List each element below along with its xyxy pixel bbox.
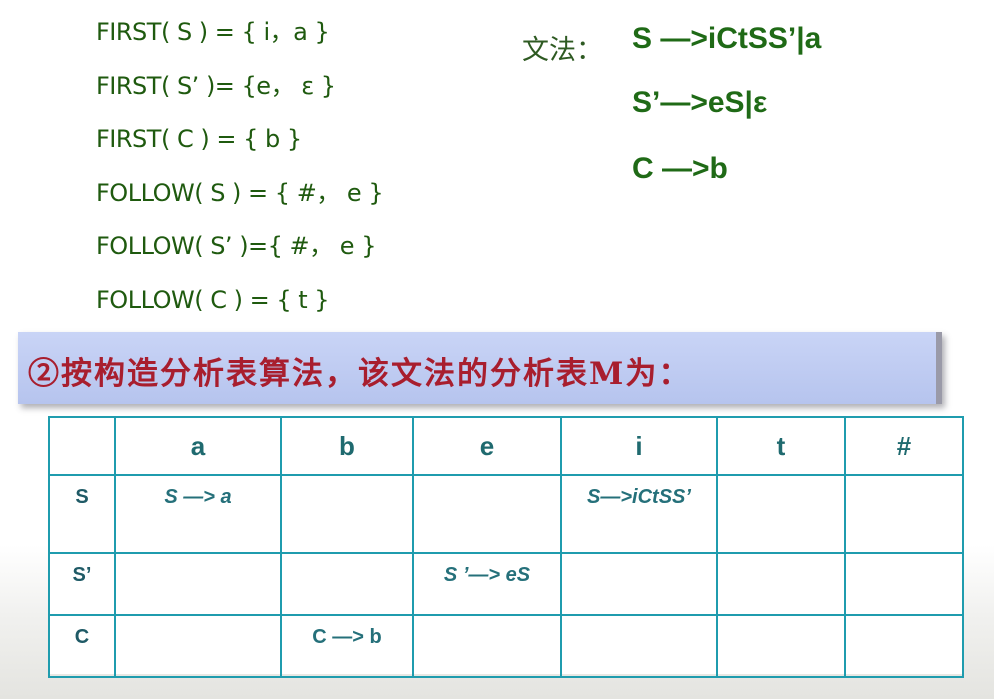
table-cell [716,552,846,616]
parse-table: a b e i t # S S —> a S—>iCtSS’ S’ S ’—> … [48,416,964,678]
section-banner: ②按构造分析表算法，该文法的分析表M为： [18,332,942,404]
grammar-rule-s-prime: S’—>eS|ε [632,86,768,119]
table-cell: S ’—> eS [412,552,562,616]
column-header-hash: # [844,416,964,476]
table-cell [114,552,282,616]
table-cell [716,474,846,554]
row-header-s: S [48,474,116,554]
follow-s-prime-set: FOLLOW( S’ )={ #， e } [96,232,376,261]
table-cell [560,614,718,678]
column-header-t: t [716,416,846,476]
parse-table-grid: a b e i t # S S —> a S—>iCtSS’ S’ S ’—> … [48,416,964,678]
grammar-rule-c: C —>b [632,152,728,185]
first-follow-sets: FIRST( S ) = { i，a } FIRST( S’ )= {e， ε … [96,14,384,336]
follow-s-set: FOLLOW( S ) = { #， e } [96,178,384,207]
first-s-set: FIRST( S ) = { i，a } [96,18,330,46]
table-cell [412,614,562,678]
grammar-label: 文法： [522,35,603,66]
table-cell: C —> b [280,614,414,678]
banner-heading: ②按构造分析表算法，该文法的分析表M为： [28,356,692,392]
first-c-set: FIRST( C ) = { b } [96,125,302,154]
table-cell: S—>iCtSS’ [560,474,718,554]
table-row: S’ S ’—> eS [48,552,964,616]
table-row: C C —> b [48,614,964,678]
column-header-a: a [114,416,282,476]
column-header-corner [48,416,116,476]
follow-c-set: FOLLOW( C ) = { t } [96,285,330,314]
column-header-i: i [560,416,718,476]
table-cell [844,474,964,554]
row-header-s-prime: S’ [48,552,116,616]
table-cell [716,614,846,678]
table-cell [280,474,414,554]
table-cell: S —> a [114,474,282,554]
table-cell [844,614,964,678]
first-s-prime-set: FIRST( S’ )= {e， ε } [96,71,336,100]
table-cell [560,552,718,616]
grammar-rule-s: S —>iCtSS’|a [632,22,822,55]
row-header-c: C [48,614,116,678]
table-cell [280,552,414,616]
table-cell [412,474,562,554]
table-cell [114,614,282,678]
table-row: S S —> a S—>iCtSS’ [48,474,964,554]
column-header-b: b [280,416,414,476]
table-cell [844,552,964,616]
table-header-row: a b e i t # [48,416,964,476]
column-header-e: e [412,416,562,476]
